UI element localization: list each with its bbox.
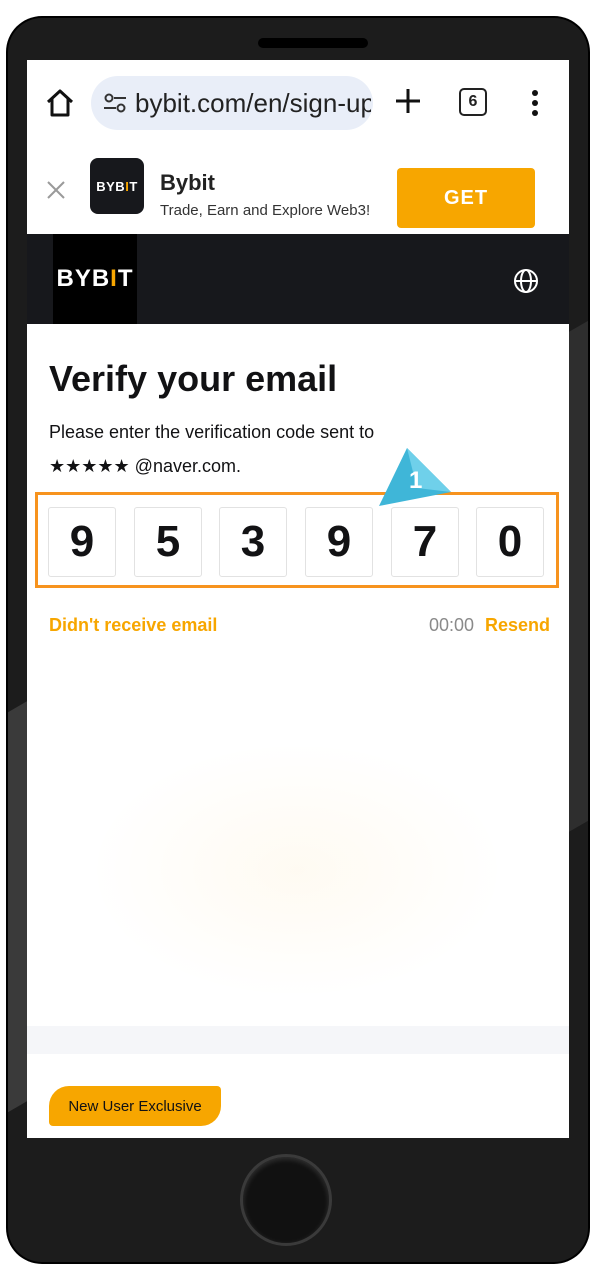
logo-text: BYB — [96, 178, 126, 194]
app-subtitle: Trade, Earn and Explore Web3! — [160, 202, 371, 219]
frame-sheen — [8, 700, 28, 1136]
section-divider — [27, 1026, 569, 1054]
phone-home-button[interactable] — [240, 1154, 332, 1246]
site-header: BYBIT — [27, 234, 569, 324]
code-digit-6[interactable]: 0 — [476, 507, 544, 577]
logo-text: T — [129, 178, 138, 194]
site-settings-icon[interactable] — [101, 89, 129, 117]
frame-sheen — [568, 303, 588, 833]
code-digit-1[interactable]: 9 — [48, 507, 116, 577]
page-title: Verify your email — [49, 358, 338, 399]
more-menu-icon[interactable] — [523, 86, 547, 120]
didnt-receive-email-link[interactable]: Didn't receive email — [49, 615, 217, 636]
code-digit-3[interactable]: 3 — [219, 507, 287, 577]
app-name: Bybit — [160, 170, 215, 195]
bybit-app-logo: BYB I T — [90, 158, 144, 214]
logo-tick: I — [110, 265, 118, 292]
code-digit-4[interactable]: 9 — [305, 507, 373, 577]
phone-screen: bybit.com/en/sign-up 6 BYB I T Bybit Tra… — [27, 60, 569, 1138]
close-icon[interactable] — [45, 179, 67, 201]
callout-number: 1 — [409, 467, 422, 494]
code-digit-2[interactable]: 5 — [134, 507, 202, 577]
logo-text: T — [117, 265, 134, 292]
instruction-text: Please enter the verification code sent … — [49, 422, 375, 442]
url-text: bybit.com/en/sign-up — [135, 87, 371, 118]
site-logo-link[interactable]: BYBIT — [53, 234, 137, 324]
home-icon[interactable] — [43, 86, 77, 120]
code-input-highlight: 9 5 3 9 7 0 — [35, 492, 559, 588]
resend-timer: 00:00 — [429, 615, 475, 635]
phone-frame: bybit.com/en/sign-up 6 BYB I T Bybit Tra… — [8, 18, 588, 1262]
faint-background-art — [87, 740, 507, 1000]
app-install-banner: BYB I T Bybit Trade, Earn and Explore Web3… — [27, 144, 569, 234]
callout-pointer-icon: 1 — [379, 448, 451, 506]
browser-toolbar: bybit.com/en/sign-up 6 — [27, 60, 569, 145]
new-tab-icon[interactable] — [391, 84, 425, 118]
masked-email: ★★★★★ @naver.com. — [49, 456, 241, 476]
address-bar[interactable]: bybit.com/en/sign-up — [91, 76, 373, 130]
get-app-button[interactable]: GET — [397, 168, 535, 228]
tab-switcher-button[interactable]: 6 — [459, 88, 487, 116]
code-digit-5[interactable]: 7 — [391, 507, 459, 577]
bybit-logo: BYBIT — [56, 265, 133, 293]
resend-link[interactable]: Resend — [485, 615, 550, 636]
speaker-grille — [258, 38, 368, 48]
new-user-exclusive-badge[interactable]: New User Exclusive — [49, 1086, 221, 1126]
logo-text: BYB — [56, 265, 111, 292]
globe-icon[interactable] — [513, 268, 539, 294]
